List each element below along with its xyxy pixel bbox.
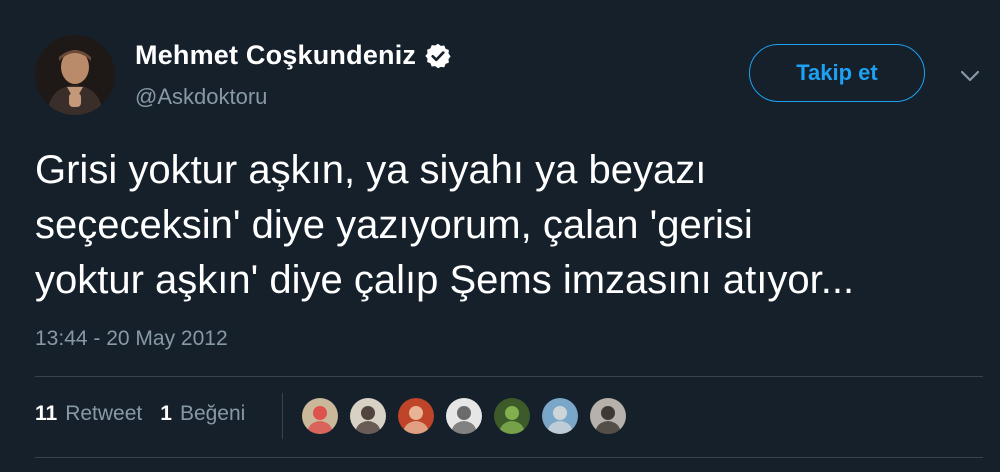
liker-avatars [300, 396, 636, 436]
follow-button[interactable]: Takip et [749, 44, 925, 102]
liker-avatar[interactable] [396, 396, 436, 436]
like-label: Beğeni [179, 402, 246, 425]
divider-bottom [35, 457, 983, 458]
author-avatar-image [35, 35, 115, 115]
retweet-count: 11 [35, 402, 58, 425]
liker-avatar[interactable] [588, 396, 628, 436]
liker-avatar[interactable] [540, 396, 580, 436]
liker-avatar[interactable] [348, 396, 388, 436]
retweet-stat[interactable]: 11 Retweet [35, 402, 142, 426]
like-stat[interactable]: 1 Beğeni [160, 402, 245, 426]
tweet-text: Grisi yoktur aşkın, ya siyahı ya beyazı … [35, 148, 855, 302]
divider-top [35, 376, 983, 377]
liker-avatar[interactable] [300, 396, 340, 436]
tweet-timestamp[interactable]: 13:44 - 20 May 2012 [35, 327, 228, 351]
retweet-label: Retweet [65, 402, 143, 425]
author-name[interactable]: Mehmet Coşkundeniz [135, 40, 416, 71]
author-name-row[interactable]: Mehmet Coşkundeniz [135, 40, 452, 71]
liker-avatar[interactable] [492, 396, 532, 436]
chevron-down-icon[interactable] [958, 64, 982, 88]
stats-separator [282, 393, 283, 439]
author-handle[interactable]: @Askdoktoru [135, 84, 267, 110]
like-count: 1 [160, 402, 172, 425]
tweet-stats: 11 Retweet 1 Beğeni [35, 402, 263, 426]
verified-badge-icon [424, 42, 452, 70]
author-avatar[interactable] [35, 35, 115, 115]
liker-avatar[interactable] [444, 396, 484, 436]
